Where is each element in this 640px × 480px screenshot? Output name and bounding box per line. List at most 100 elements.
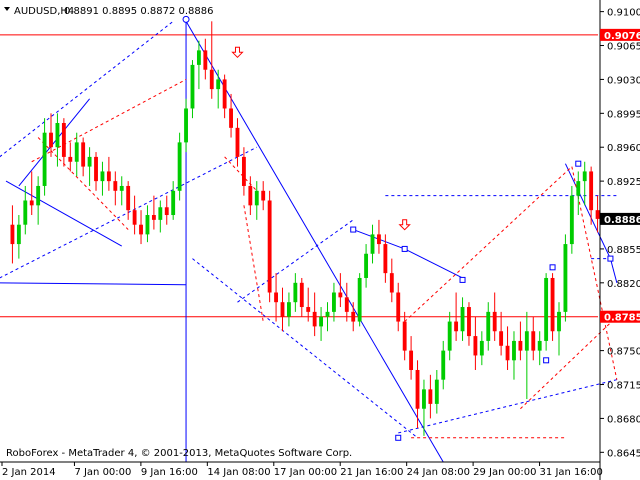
- candle-body: [325, 311, 330, 317]
- price-tick-label: 0.8645: [607, 448, 640, 459]
- candle-body: [351, 311, 356, 322]
- chart-background: [0, 0, 640, 480]
- candle-body: [312, 311, 317, 327]
- candle-body: [10, 224, 15, 245]
- candle-body: [145, 215, 150, 235]
- candle-body: [113, 181, 118, 191]
- candle-body: [389, 273, 394, 293]
- candle-body: [49, 132, 53, 148]
- candle-body: [55, 123, 60, 148]
- candle-body: [589, 171, 594, 211]
- candle-body: [415, 369, 420, 409]
- wave-marker-square: [575, 160, 582, 167]
- candle-body: [139, 224, 143, 235]
- time-tick-label: 24 Jan 08:00: [407, 467, 470, 478]
- candle-body: [254, 190, 259, 206]
- candle-body: [512, 340, 516, 361]
- candle-body: [177, 142, 182, 191]
- candle-body: [531, 331, 536, 351]
- time-tick-label: 14 Jan 08:00: [207, 467, 270, 478]
- candle-body: [184, 108, 188, 143]
- candle-body: [492, 311, 497, 332]
- candle-body: [106, 171, 111, 182]
- candle-body: [434, 379, 439, 404]
- candle-body: [100, 171, 105, 182]
- candle-body: [241, 156, 246, 186]
- candle-body: [299, 282, 304, 308]
- price-chart[interactable]: 0.9100 0.9065 0.9030 0.8995 0.8960 0.8925 0.88…: [0, 0, 640, 480]
- candle-body: [557, 311, 561, 332]
- candle-body: [164, 207, 169, 216]
- wave-marker-square: [607, 255, 614, 262]
- chart-window[interactable]: 0.9100 0.9065 0.9030 0.8995 0.8960 0.8925 0.88…: [0, 0, 640, 480]
- candle-body: [68, 156, 73, 162]
- candle-body: [524, 331, 529, 351]
- price-marker-label: 0.9076: [604, 31, 640, 42]
- candle-body: [74, 142, 79, 162]
- candle-body: [209, 69, 214, 90]
- candle-body: [402, 321, 407, 351]
- candle-body: [286, 302, 291, 317]
- candle-body: [306, 307, 311, 312]
- candle-body: [447, 321, 452, 351]
- price-tick-label: 0.9065: [607, 42, 640, 53]
- price-tick-label: 0.8925: [607, 177, 640, 188]
- candle-body: [460, 307, 465, 332]
- candle-body: [537, 340, 542, 351]
- candle-body: [36, 185, 41, 206]
- candle-body: [486, 311, 491, 341]
- time-tick-label: 7 Jan 00:00: [74, 467, 131, 478]
- candle-body: [396, 292, 401, 322]
- time-tick-label: 21 Jan 16:00: [340, 467, 403, 478]
- time-tick-label: 31 Jan 16:00: [540, 467, 603, 478]
- price-tick-label: 0.8855: [607, 245, 640, 256]
- wave-marker-square: [350, 226, 357, 233]
- candle-body: [171, 190, 176, 216]
- price-marker-label: 0.8785: [604, 313, 640, 324]
- candle-body: [81, 142, 86, 167]
- candle-body: [383, 244, 388, 274]
- price-tick-label: 0.8820: [607, 279, 640, 290]
- wave-marker-square: [401, 245, 408, 252]
- candle-body: [467, 307, 471, 337]
- candle-body: [569, 195, 574, 245]
- candle-body: [428, 389, 433, 404]
- candle-body: [94, 156, 98, 182]
- candle-body: [563, 244, 568, 312]
- candle-body: [473, 336, 478, 356]
- copyright-text: RoboForex - MetaTrader 4, © 2001-2013, M…: [6, 448, 352, 459]
- price-tick-label: 0.8750: [607, 347, 640, 358]
- candle-body: [126, 185, 131, 211]
- candle-body: [229, 108, 233, 128]
- candle-body: [454, 321, 459, 332]
- candle-body: [338, 292, 343, 298]
- wave-marker-square: [395, 434, 402, 441]
- candle-body: [332, 292, 336, 312]
- candle-body: [280, 302, 285, 317]
- time-tick-label: 29 Jan 00:00: [473, 467, 536, 478]
- candle-body: [377, 234, 381, 245]
- candle-body: [518, 340, 523, 351]
- candle-body: [235, 127, 240, 157]
- candle-body: [248, 185, 253, 206]
- candle-body: [576, 181, 581, 196]
- candle-body: [505, 345, 510, 361]
- candle-body: [582, 171, 587, 182]
- candle-body: [61, 123, 66, 157]
- candle-body: [409, 350, 414, 370]
- candle-body: [595, 210, 600, 219]
- price-tick-label: 0.9100: [607, 8, 640, 19]
- chart-ohlc: 0.8891 0.8895 0.8872 0.8886: [64, 6, 214, 17]
- candle-body: [544, 277, 549, 341]
- candle-body: [203, 50, 208, 70]
- candle-body: [158, 207, 163, 220]
- candle-body: [344, 297, 349, 312]
- candle-body: [441, 350, 446, 380]
- candle-body: [267, 200, 272, 293]
- candle-body: [319, 316, 324, 327]
- candle-body: [23, 200, 28, 225]
- price-tick-label: 0.8680: [607, 414, 640, 425]
- candle-body: [479, 340, 484, 356]
- time-tick-label: 9 Jan 16:00: [141, 467, 198, 478]
- candle-body: [422, 389, 426, 409]
